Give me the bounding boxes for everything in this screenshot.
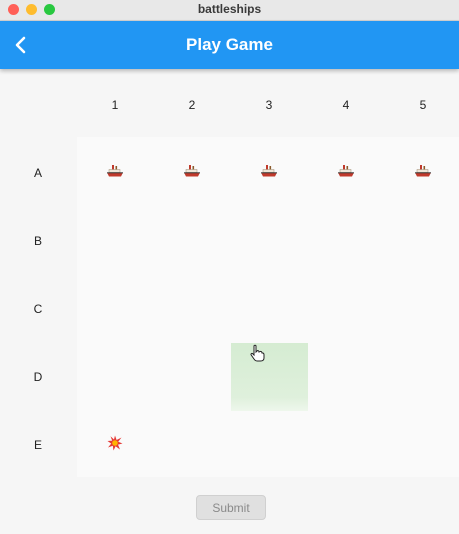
grid-cell-b5[interactable] (385, 207, 459, 275)
grid-cell-d2[interactable] (154, 343, 231, 411)
grid-cell-c1[interactable] (77, 275, 154, 343)
app-bar: Play Game (0, 21, 459, 69)
column-header: 4 (342, 98, 350, 112)
grid-cell-e1[interactable] (77, 411, 154, 479)
ship-icon (337, 164, 355, 183)
grid-cell-e4[interactable] (308, 411, 385, 479)
ship-icon (260, 164, 278, 183)
ship-icon (106, 164, 124, 183)
column-header: 5 (419, 98, 427, 112)
grid-cell-a2[interactable] (154, 139, 231, 207)
row-header: C (33, 302, 43, 316)
grid-cell-d4[interactable] (308, 343, 385, 411)
page-title: Play Game (186, 35, 273, 54)
submit-button[interactable]: Submit (196, 495, 266, 520)
row-header: B (33, 234, 43, 248)
grid-cell-b2[interactable] (154, 207, 231, 275)
grid-cell-a1[interactable] (77, 139, 154, 207)
column-header: 3 (265, 98, 273, 112)
grid-cell-c2[interactable] (154, 275, 231, 343)
ship-icon (183, 164, 201, 183)
window-title: battleships (197, 2, 262, 16)
row-header: D (33, 370, 43, 384)
grid-cell-c5[interactable] (385, 275, 459, 343)
row-header: E (33, 438, 43, 452)
grid-cell-c3[interactable] (231, 275, 308, 343)
grid-cell-b1[interactable] (77, 207, 154, 275)
grid-cell-b3[interactable] (231, 207, 308, 275)
grid-cell-d1[interactable] (77, 343, 154, 411)
grid-cell-e2[interactable] (154, 411, 231, 479)
column-header: 2 (188, 98, 196, 112)
grid-cell-e5[interactable] (385, 411, 459, 479)
row-header: A (33, 166, 43, 180)
grid-cell-b4[interactable] (308, 207, 385, 275)
grid-cell-e3[interactable] (231, 411, 308, 479)
grid-cell-d3[interactable] (230, 343, 308, 411)
column-header: 1 (111, 98, 119, 112)
explosion-icon (107, 435, 123, 456)
grid-cell-a5[interactable] (385, 139, 459, 207)
hand-cursor-icon (250, 344, 265, 362)
ship-icon (414, 164, 432, 183)
grid-cell-a3[interactable] (231, 139, 308, 207)
grid-cell-c4[interactable] (308, 275, 385, 343)
window-titlebar: battleships (0, 0, 459, 21)
grid-cell-a4[interactable] (308, 139, 385, 207)
grid-cell-d5[interactable] (385, 343, 459, 411)
